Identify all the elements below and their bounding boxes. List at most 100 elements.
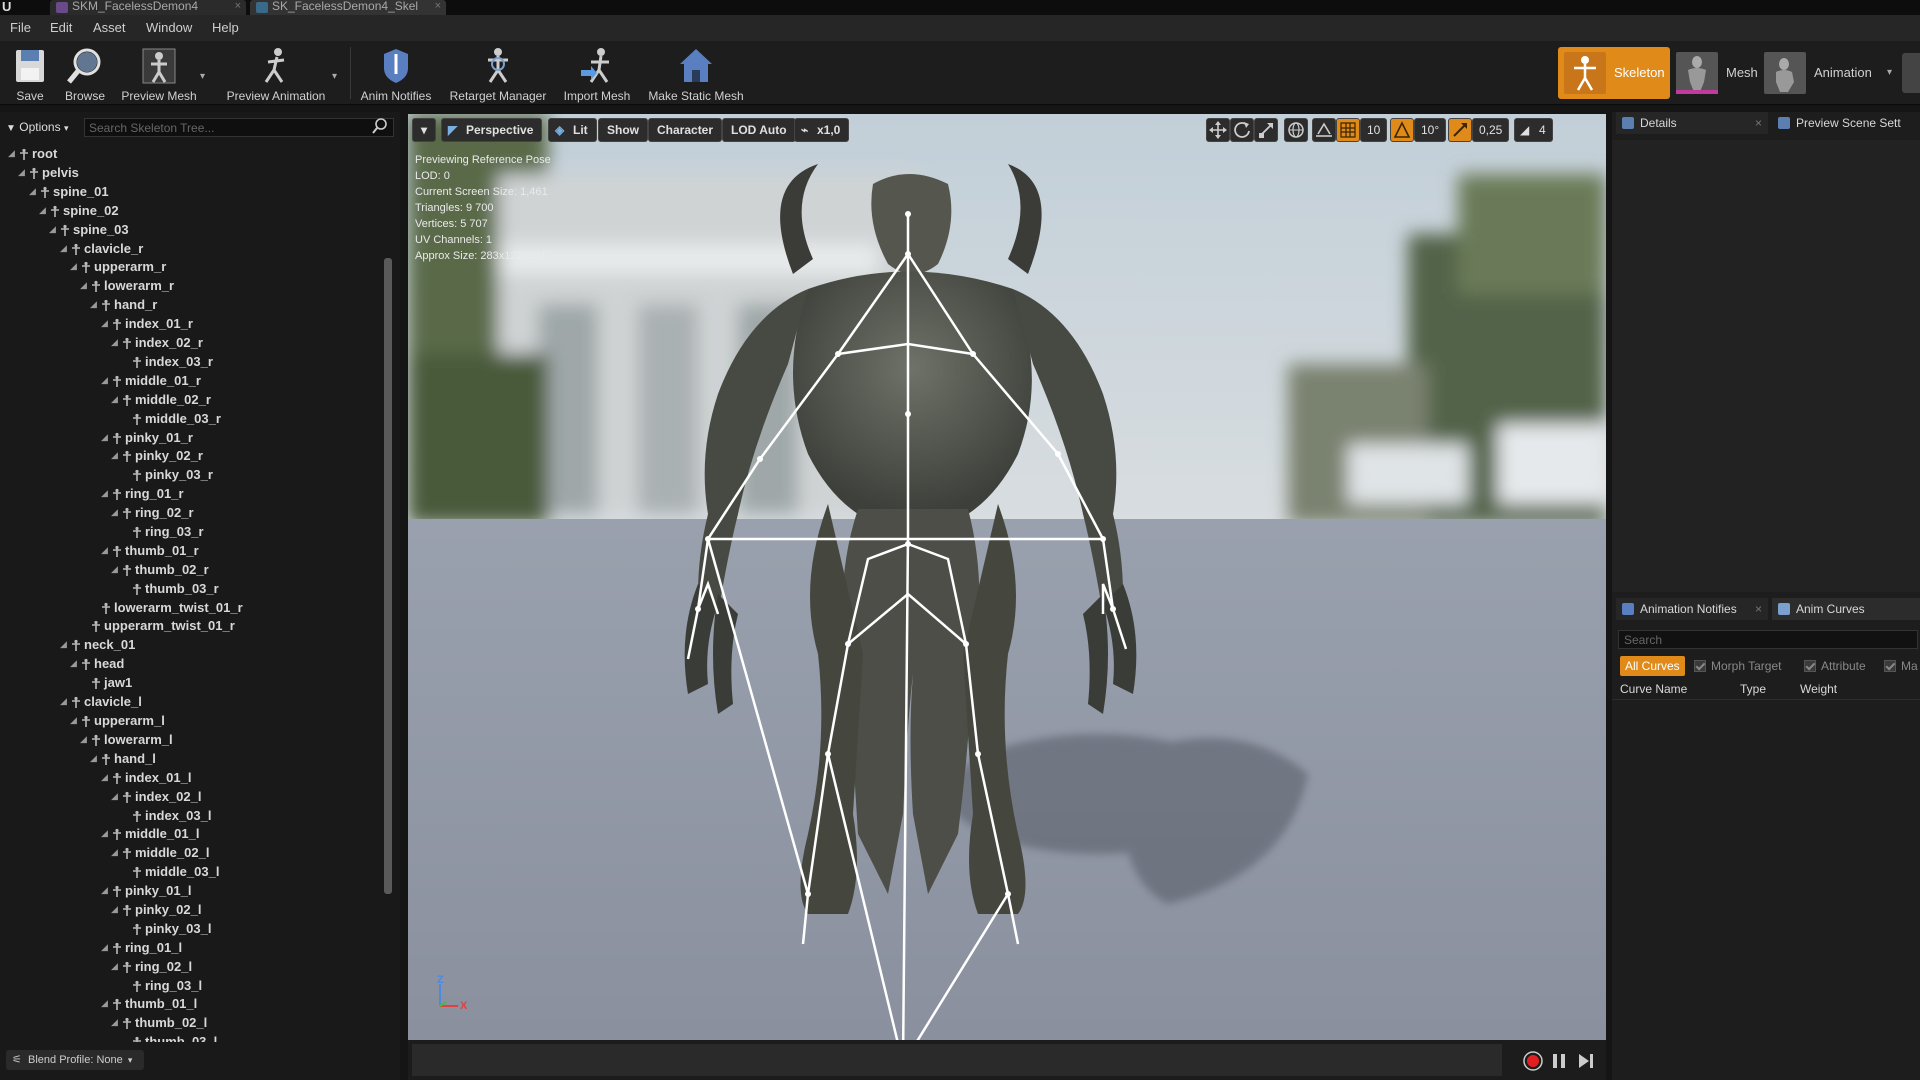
viewport-options-button[interactable]: ▾ — [412, 118, 436, 142]
close-icon[interactable]: × — [235, 0, 241, 13]
tree-row-bone[interactable]: ◢ ring_02_r — [0, 503, 384, 522]
options-button[interactable]: ▼ Options ▾ — [6, 118, 78, 136]
surface-snap-button[interactable] — [1312, 118, 1336, 142]
tab-skeletal-mesh[interactable]: SKM_FacelessDemon4 × — [50, 0, 246, 15]
menu-window[interactable]: Window — [146, 20, 192, 35]
tree-row-bone[interactable]: ◢ ring_01_r — [0, 484, 384, 503]
tree-row-bone[interactable]: ◢ ring_02_l — [0, 957, 384, 976]
column-weight[interactable]: Weight — [1800, 682, 1837, 696]
tree-row-bone[interactable]: jaw1 — [0, 673, 384, 692]
tree-row-bone[interactable]: ◢ pinky_02_r — [0, 446, 384, 465]
tree-row-bone[interactable]: ◢ pinky_02_l — [0, 900, 384, 919]
tree-row-bone[interactable]: ◢ lowerarm_l — [0, 730, 384, 749]
close-icon[interactable]: × — [435, 0, 441, 13]
expand-arrow-icon[interactable]: ◢ — [111, 843, 121, 862]
tab-skeleton[interactable]: SK_FacelessDemon4_Skel × — [250, 0, 446, 15]
rotate-mode-button[interactable] — [1230, 118, 1254, 142]
expand-arrow-icon[interactable]: ◢ — [101, 938, 111, 957]
expand-arrow-icon[interactable]: ◢ — [60, 692, 70, 711]
tree-scrollbar[interactable] — [384, 258, 392, 894]
pause-icon[interactable] — [1550, 1050, 1568, 1072]
expand-arrow-icon[interactable]: ◢ — [70, 654, 80, 673]
close-icon[interactable]: × — [1755, 112, 1762, 134]
tree-row-bone[interactable]: ◢ upperarm_l — [0, 711, 384, 730]
expand-arrow-icon[interactable]: ◢ — [111, 390, 121, 409]
translate-mode-button[interactable] — [1206, 118, 1230, 142]
expand-arrow-icon[interactable]: ◢ — [49, 220, 59, 239]
camera-speed-button[interactable]: ◢ 4 — [1514, 118, 1553, 142]
morph-target-checkbox[interactable]: Morph Target — [1694, 656, 1781, 676]
expand-arrow-icon[interactable]: ◢ — [18, 163, 28, 182]
import-mesh-button[interactable]: Import Mesh — [560, 44, 634, 103]
grid-snap-button[interactable] — [1336, 118, 1360, 142]
expand-arrow-icon[interactable]: ◢ — [101, 428, 111, 447]
tree-row-bone[interactable]: ◢ middle_01_r — [0, 371, 384, 390]
tree-row-bone[interactable]: thumb_03_r — [0, 579, 384, 598]
expand-arrow-icon[interactable]: ◢ — [101, 824, 111, 843]
retarget-manager-button[interactable]: Retarget Manager — [446, 44, 550, 103]
tree-row-bone[interactable]: ◢ index_01_r — [0, 314, 384, 333]
expand-arrow-icon[interactable]: ◢ — [111, 787, 121, 806]
tree-row-bone[interactable]: ◢ pinky_01_l — [0, 881, 384, 900]
expand-arrow-icon[interactable]: ◢ — [60, 239, 70, 258]
preview-mesh-button[interactable]: Preview Mesh — [118, 44, 200, 103]
viewport-scene[interactable] — [408, 114, 1606, 1040]
world-space-button[interactable] — [1284, 118, 1308, 142]
tree-row-bone[interactable]: ◢ upperarm_r — [0, 257, 384, 276]
expand-arrow-icon[interactable]: ◢ — [101, 484, 111, 503]
chevron-down-icon[interactable]: ▾ — [332, 71, 337, 82]
mode-mesh-button[interactable]: Mesh — [1670, 47, 1762, 99]
column-curve-name[interactable]: Curve Name — [1620, 682, 1687, 696]
tree-row-bone[interactable]: middle_03_l — [0, 862, 384, 881]
tree-row-bone[interactable]: ◢ thumb_02_r — [0, 560, 384, 579]
tree-row-bone[interactable]: ◢ clavicle_r — [0, 239, 384, 258]
tree-row-bone[interactable]: ◢ spine_03 — [0, 220, 384, 239]
tree-row-bone[interactable]: thumb_03_l — [0, 1032, 384, 1042]
lod-button[interactable]: LOD Auto — [722, 118, 796, 142]
tree-row-bone[interactable]: ◢ pinky_01_r — [0, 428, 384, 447]
tree-row-bone[interactable]: ◢ index_01_l — [0, 768, 384, 787]
expand-arrow-icon[interactable]: ◢ — [8, 144, 18, 163]
tab-preview-scene-settings[interactable]: Preview Scene Sett — [1772, 112, 1920, 134]
column-type[interactable]: Type — [1740, 682, 1766, 696]
step-forward-icon[interactable] — [1576, 1050, 1596, 1072]
tree-row-bone[interactable]: ◢ thumb_01_l — [0, 994, 384, 1013]
timeline-scrubber[interactable] — [412, 1044, 1502, 1076]
tree-row-bone[interactable]: ring_03_r — [0, 522, 384, 541]
grid-snap-value[interactable]: 10 — [1360, 118, 1388, 142]
expand-arrow-icon[interactable]: ◢ — [60, 635, 70, 654]
tree-row-bone[interactable]: ◢ middle_02_r — [0, 390, 384, 409]
tree-row-bone[interactable]: ◢ neck_01 — [0, 635, 384, 654]
expand-arrow-icon[interactable]: ◢ — [101, 371, 111, 390]
tree-row-bone[interactable]: ◢ index_02_l — [0, 787, 384, 806]
tree-row-bone[interactable]: ◢ lowerarm_r — [0, 276, 384, 295]
tree-row-bone[interactable]: middle_03_r — [0, 409, 384, 428]
expand-arrow-icon[interactable]: ◢ — [80, 276, 90, 295]
blend-profile-dropdown[interactable]: ⚟ Blend Profile: None ▾ — [6, 1050, 144, 1070]
expand-arrow-icon[interactable]: ◢ — [101, 768, 111, 787]
tree-row-bone[interactable]: ◢ middle_02_l — [0, 843, 384, 862]
scale-snap-value[interactable]: 0,25 — [1472, 118, 1510, 142]
tree-row-bone[interactable]: ◢ index_02_r — [0, 333, 384, 352]
rotation-snap-button[interactable] — [1390, 118, 1414, 142]
expand-arrow-icon[interactable]: ◢ — [111, 957, 121, 976]
tree-row-bone[interactable]: ◢ root — [0, 144, 384, 163]
expand-arrow-icon[interactable]: ◢ — [101, 881, 111, 900]
mode-animation-button[interactable]: Animation ▾ — [1758, 47, 1898, 99]
attribute-checkbox[interactable]: Attribute — [1804, 656, 1866, 676]
menu-help[interactable]: Help — [212, 20, 239, 35]
tree-row-bone[interactable]: pinky_03_r — [0, 465, 384, 484]
skeleton-tree-search-input[interactable] — [84, 118, 394, 137]
expand-arrow-icon[interactable]: ◢ — [111, 446, 121, 465]
menu-file[interactable]: File — [10, 20, 31, 35]
tree-row-bone[interactable]: index_03_l — [0, 806, 384, 825]
show-button[interactable]: Show — [598, 118, 648, 142]
material-checkbox[interactable]: Ma — [1884, 656, 1918, 676]
make-static-mesh-button[interactable]: Make Static Mesh — [644, 44, 748, 103]
tree-row-bone[interactable]: ◢ thumb_01_r — [0, 541, 384, 560]
expand-arrow-icon[interactable]: ◢ — [80, 730, 90, 749]
tree-row-bone[interactable]: index_03_r — [0, 352, 384, 371]
mode-skeleton-button[interactable]: Skeleton — [1558, 47, 1670, 99]
anim-notifies-button[interactable]: Anim Notifies — [356, 44, 436, 103]
close-icon[interactable]: × — [1755, 598, 1762, 620]
